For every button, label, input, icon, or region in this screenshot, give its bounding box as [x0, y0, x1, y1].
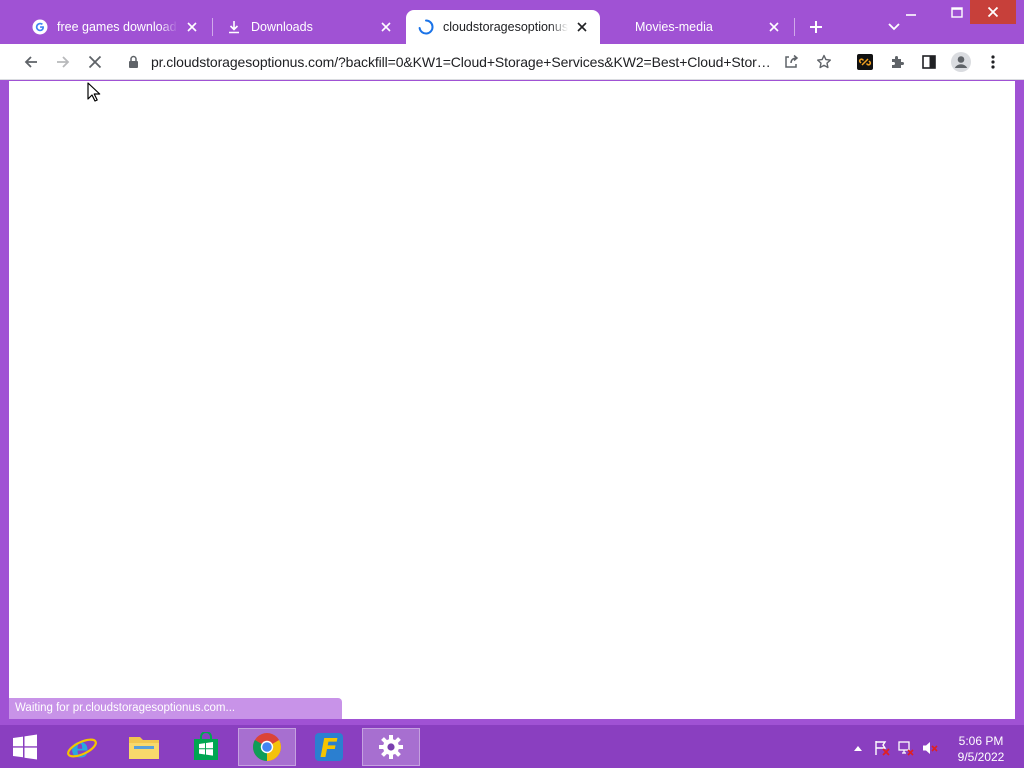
kebab-menu-icon	[991, 55, 995, 69]
action-center-flag-icon[interactable]	[874, 740, 890, 756]
avatar-icon	[951, 52, 971, 72]
loading-spinner-icon	[418, 19, 434, 35]
tab-strip: free games download co Downloads cloudst…	[0, 0, 1024, 44]
lock-icon[interactable]	[128, 55, 139, 74]
svg-text:F: F	[320, 734, 338, 762]
start-button[interactable]	[0, 728, 50, 766]
puzzle-icon	[892, 56, 904, 68]
forward-button[interactable]	[49, 48, 77, 76]
chevron-up-icon	[854, 746, 862, 751]
browser-toolbar: pr.cloudstoragesoptionus.com/?backfill=0…	[0, 44, 1024, 80]
tab-separator	[212, 18, 213, 36]
volume-muted-icon[interactable]	[922, 740, 938, 756]
taskbar: e F 5:06 PM 9/5/2022	[0, 725, 1024, 768]
plus-icon	[810, 21, 822, 33]
mouse-cursor-icon	[87, 82, 101, 102]
close-icon[interactable]	[184, 19, 200, 35]
extensions-menu-button[interactable]	[883, 48, 911, 76]
minimize-button[interactable]	[896, 0, 926, 24]
extension-button[interactable]	[851, 48, 879, 76]
system-clock[interactable]: 5:06 PM 9/5/2022	[948, 733, 1014, 765]
internet-explorer-icon[interactable]: e	[54, 728, 110, 766]
store-icon[interactable]	[178, 728, 234, 766]
network-icon[interactable]	[898, 740, 914, 756]
stop-loading-button[interactable]	[81, 48, 109, 76]
close-icon[interactable]	[574, 19, 590, 35]
window-close-button[interactable]	[970, 0, 1016, 24]
back-button[interactable]	[17, 48, 45, 76]
windows-logo-icon	[13, 734, 37, 760]
stop-icon	[88, 55, 102, 69]
close-icon	[987, 6, 999, 18]
clock-time: 5:06 PM	[958, 734, 1004, 748]
show-hidden-icons-button[interactable]	[850, 740, 866, 756]
file-explorer-icon[interactable]	[116, 728, 172, 766]
arrow-right-icon	[57, 56, 70, 68]
tab-title: Movies-media	[635, 20, 713, 34]
status-bubble: Waiting for pr.cloudstoragesoptionus.com…	[9, 698, 342, 719]
close-icon[interactable]	[378, 19, 394, 35]
chrome-icon[interactable]	[238, 728, 296, 766]
profile-button[interactable]	[947, 48, 975, 76]
extension-link-icon	[857, 54, 873, 70]
page-content[interactable]	[9, 81, 1015, 719]
tab-movies-media[interactable]: Movies-media	[602, 10, 792, 44]
new-tab-button[interactable]	[804, 15, 828, 39]
tab-title: Downloads	[251, 20, 313, 34]
side-panel-button[interactable]	[915, 48, 943, 76]
tab-cloudstorage[interactable]: cloudstoragesoptionus.c	[406, 10, 600, 44]
chevron-down-icon	[888, 23, 900, 31]
bookmark-star-icon[interactable]	[816, 54, 832, 75]
url-text[interactable]: pr.cloudstoragesoptionus.com/?backfill=0…	[151, 54, 775, 70]
tab-free-games[interactable]: free games download co	[20, 10, 210, 44]
clock-date: 9/5/2022	[957, 750, 1005, 764]
google-g-icon	[32, 19, 48, 35]
close-icon[interactable]	[766, 19, 782, 35]
maximize-icon	[951, 7, 963, 18]
tab-separator	[794, 18, 795, 36]
chrome-menu-button[interactable]	[979, 48, 1007, 76]
window-border	[1015, 81, 1024, 719]
arrow-left-icon	[24, 56, 37, 68]
settings-icon[interactable]	[362, 728, 420, 766]
tab-downloads[interactable]: Downloads	[214, 10, 404, 44]
address-bar[interactable]: pr.cloudstoragesoptionus.com/?backfill=0…	[116, 47, 842, 77]
tab-title: free games download co	[57, 20, 178, 34]
f-app-icon[interactable]: F	[300, 728, 358, 766]
download-icon	[226, 19, 242, 35]
minimize-icon	[906, 14, 916, 16]
share-icon[interactable]	[783, 54, 799, 75]
side-panel-icon	[922, 55, 936, 69]
tab-title: cloudstoragesoptionus.c	[443, 20, 568, 34]
maximize-button[interactable]	[942, 0, 972, 24]
